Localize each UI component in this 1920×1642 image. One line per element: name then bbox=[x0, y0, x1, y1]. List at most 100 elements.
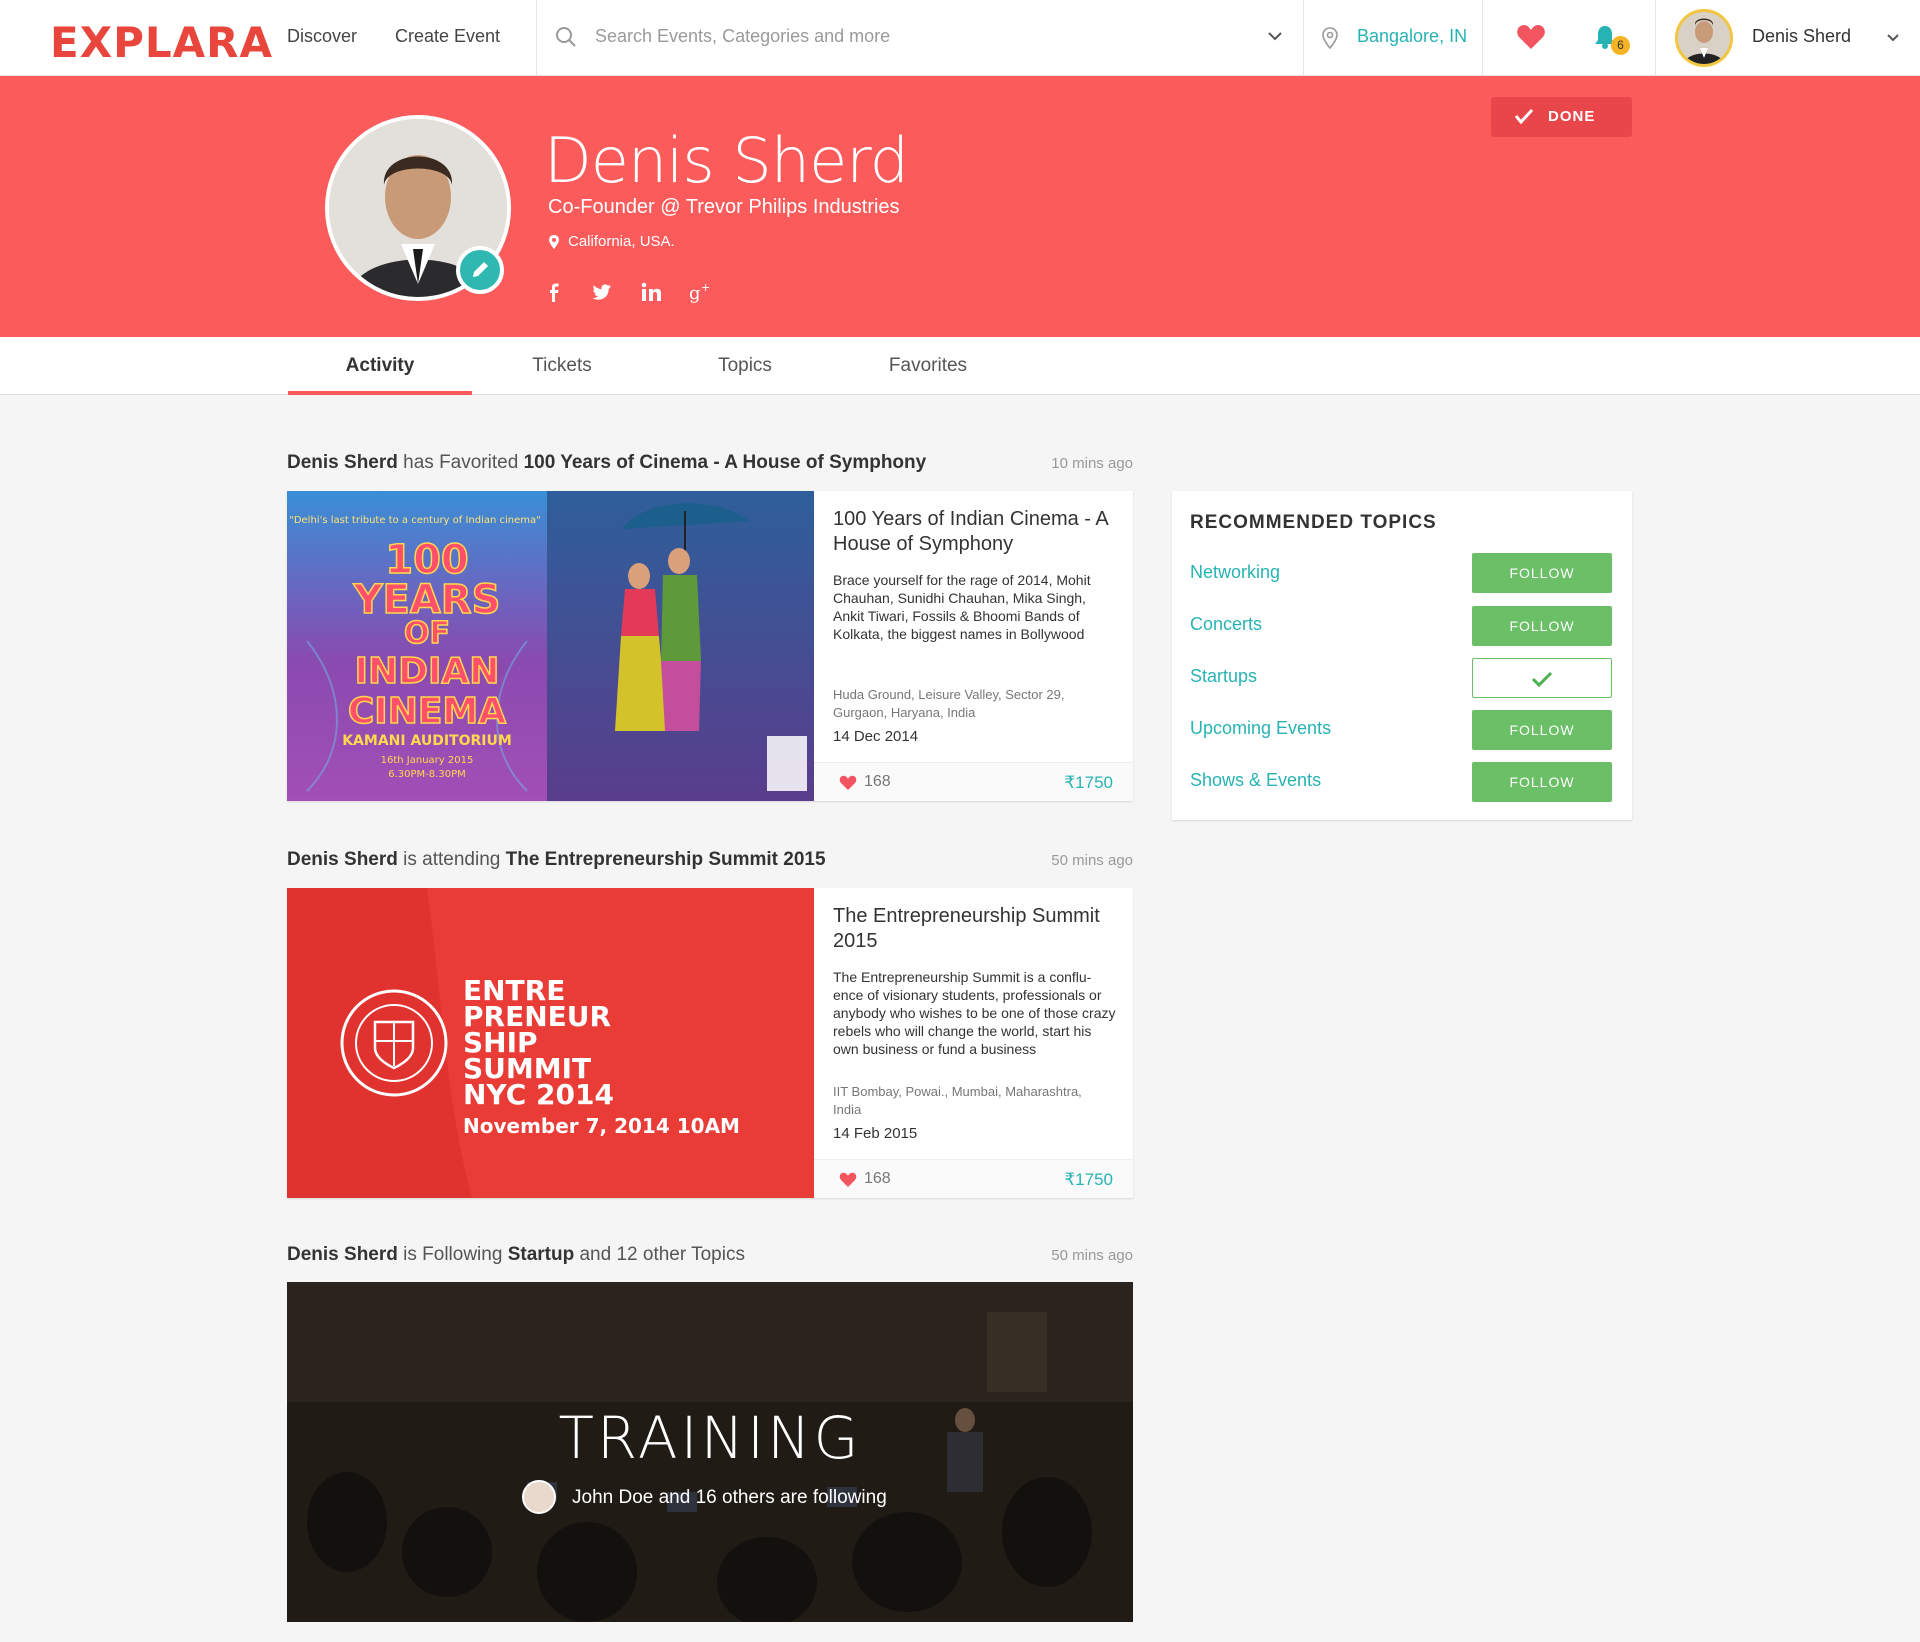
event-title[interactable]: The Entrepreneurship Summit 2015 bbox=[833, 904, 1118, 954]
location-pin-icon bbox=[1322, 27, 1338, 50]
nav-create-event[interactable]: Create Event bbox=[395, 26, 500, 47]
profile-title: Co-Founder @ Trevor Philips Industries bbox=[548, 196, 900, 218]
event-date: 14 Feb 2015 bbox=[833, 1125, 918, 1142]
feed-item-heading: Denis Sherd has Favorited 100 Years of C… bbox=[287, 452, 926, 474]
event-poster[interactable]: ENTRE PRENEUR SHIP SUMMIT NYC 2014 Novem… bbox=[287, 888, 814, 1198]
likes-count: 168 bbox=[864, 773, 891, 790]
event-description: Brace yourself for the rage of 2014, Moh… bbox=[833, 572, 1091, 642]
pencil-icon bbox=[473, 262, 488, 277]
google-plus-icon[interactable]: g + bbox=[688, 280, 712, 304]
feed-object[interactable]: Startup bbox=[508, 1244, 575, 1265]
nav-discover[interactable]: Discover bbox=[287, 26, 357, 47]
location-selector[interactable]: Bangalore, IN bbox=[1357, 26, 1467, 47]
edit-photo-button[interactable] bbox=[456, 246, 504, 294]
event-poster[interactable]: "Delhi's last tribute to a century of In… bbox=[287, 491, 814, 801]
chevron-down-icon[interactable] bbox=[1886, 33, 1900, 43]
profile-location: California, USA. bbox=[568, 233, 675, 250]
heart-icon[interactable] bbox=[839, 1172, 857, 1188]
tab-topics[interactable]: Topics bbox=[653, 355, 837, 377]
active-tab-indicator bbox=[288, 391, 472, 395]
recommended-topics-title: RECOMMENDED TOPICS bbox=[1190, 512, 1437, 533]
feed-object[interactable]: 100 Years of Cinema - A House of Symphon… bbox=[524, 452, 927, 473]
notification-count-badge: 6 bbox=[1611, 36, 1630, 55]
feed-suffix: and 12 other Topics bbox=[579, 1244, 745, 1265]
event-card[interactable]: ENTRE PRENEUR SHIP SUMMIT NYC 2014 Novem… bbox=[287, 888, 1133, 1198]
topic-startups[interactable]: Startups bbox=[1190, 666, 1257, 687]
location-pin-icon bbox=[549, 235, 559, 249]
feed-actor[interactable]: Denis Sherd bbox=[287, 452, 398, 473]
explara-logo[interactable]: EXPLARA bbox=[50, 18, 273, 67]
divider bbox=[1655, 0, 1656, 76]
chevron-down-icon[interactable] bbox=[1267, 30, 1283, 42]
search-input[interactable]: Search Events, Categories and more bbox=[595, 26, 890, 47]
ticket-price-value: 1750 bbox=[1075, 1170, 1113, 1189]
topic-concerts[interactable]: Concerts bbox=[1190, 614, 1262, 635]
tab-favorites[interactable]: Favorites bbox=[836, 355, 1020, 377]
banner-followers-text[interactable]: John Doe and 16 others are following bbox=[572, 1487, 887, 1509]
summit-date: November 7, 2014 10AM bbox=[463, 1114, 740, 1138]
svg-text:INDIAN: INDIAN bbox=[355, 651, 500, 692]
feed-item-heading: Denis Sherd is Following Startup and 12 … bbox=[287, 1244, 745, 1266]
done-button[interactable]: DONE bbox=[1491, 97, 1632, 137]
feed-verb: is Following bbox=[403, 1244, 503, 1265]
poster-tagline: "Delhi's last tribute to a century of In… bbox=[289, 515, 541, 526]
poster-venue: KAMANI AUDITORIUM bbox=[342, 733, 512, 749]
feed-actor[interactable]: Denis Sherd bbox=[287, 849, 398, 870]
likes-count: 168 bbox=[864, 1170, 891, 1187]
event-date: 14 Dec 2014 bbox=[833, 728, 919, 745]
svg-text:CINEMA: CINEMA bbox=[348, 691, 506, 732]
twitter-icon[interactable] bbox=[590, 280, 614, 304]
summit-poster-image: ENTRE PRENEUR SHIP SUMMIT NYC 2014 Novem… bbox=[287, 888, 814, 1198]
tab-tickets[interactable]: Tickets bbox=[470, 355, 654, 377]
checkmark-icon bbox=[1514, 108, 1534, 125]
following-button[interactable] bbox=[1472, 658, 1612, 698]
summit-heading-line: NYC 2014 bbox=[463, 1078, 614, 1111]
ticket-price-value: 1750 bbox=[1075, 773, 1113, 792]
feed-object[interactable]: The Entrepreneurship Summit 2015 bbox=[506, 849, 826, 870]
profile-name: Denis Sherd bbox=[544, 124, 909, 197]
follow-button[interactable]: FOLLOW bbox=[1472, 710, 1612, 750]
divider bbox=[1303, 0, 1304, 76]
svg-text:OF: OF bbox=[404, 616, 450, 651]
user-avatar[interactable] bbox=[1675, 9, 1733, 67]
event-card[interactable]: "Delhi's last tribute to a century of In… bbox=[287, 491, 1133, 801]
follow-button[interactable]: FOLLOW bbox=[1472, 606, 1612, 646]
event-card-footer: 168 ₹1750 bbox=[814, 762, 1133, 801]
heart-icon[interactable] bbox=[839, 775, 857, 791]
facebook-icon[interactable] bbox=[542, 280, 566, 304]
topic-networking[interactable]: Networking bbox=[1190, 562, 1280, 583]
event-title[interactable]: 100 Years of Indian Cinema - A House of … bbox=[833, 507, 1118, 557]
feed-timestamp: 10 mins ago bbox=[1051, 455, 1133, 472]
divider bbox=[536, 0, 537, 76]
feed-item-heading: Denis Sherd is attending The Entrepreneu… bbox=[287, 849, 826, 871]
topic-shows-events[interactable]: Shows & Events bbox=[1190, 770, 1321, 791]
search-icon bbox=[556, 27, 576, 47]
topic-upcoming-events[interactable]: Upcoming Events bbox=[1190, 718, 1331, 739]
poster-time: 6.30PM-8.30PM bbox=[388, 769, 465, 780]
user-menu-name[interactable]: Denis Sherd bbox=[1752, 26, 1851, 47]
ticket-price: ₹1750 bbox=[1064, 773, 1113, 792]
follower-avatar bbox=[522, 1480, 556, 1514]
linkedin-icon[interactable] bbox=[639, 280, 663, 304]
follow-button[interactable]: FOLLOW bbox=[1472, 762, 1612, 802]
avatar-image bbox=[1678, 12, 1730, 64]
topic-banner[interactable]: TRAINING John Doe and 16 others are foll… bbox=[287, 1282, 1133, 1622]
feed-timestamp: 50 mins ago bbox=[1051, 852, 1133, 869]
ticket-price: ₹1750 bbox=[1064, 1170, 1113, 1189]
event-card-footer: 168 ₹1750 bbox=[814, 1159, 1133, 1198]
svg-text:+: + bbox=[701, 281, 710, 294]
tab-activity[interactable]: Activity bbox=[288, 355, 472, 377]
checkmark-icon bbox=[1531, 671, 1553, 688]
event-description: The Entrepreneurship Summit is a conflu-… bbox=[833, 969, 1116, 1057]
feed-verb: has Favorited bbox=[403, 452, 519, 473]
cinema-poster-image: "Delhi's last tribute to a century of In… bbox=[287, 491, 814, 801]
feed-timestamp: 50 mins ago bbox=[1051, 1247, 1133, 1264]
follow-button[interactable]: FOLLOW bbox=[1472, 553, 1612, 593]
heart-icon[interactable] bbox=[1516, 24, 1546, 50]
done-label: DONE bbox=[1548, 108, 1596, 125]
feed-actor[interactable]: Denis Sherd bbox=[287, 1244, 398, 1265]
divider bbox=[1482, 0, 1483, 76]
feed-verb: is attending bbox=[403, 849, 501, 870]
poster-date: 16th January 2015 bbox=[381, 755, 474, 766]
event-address: IIT Bombay, Powai., Mumbai, Maharashtra,… bbox=[833, 1084, 1082, 1117]
